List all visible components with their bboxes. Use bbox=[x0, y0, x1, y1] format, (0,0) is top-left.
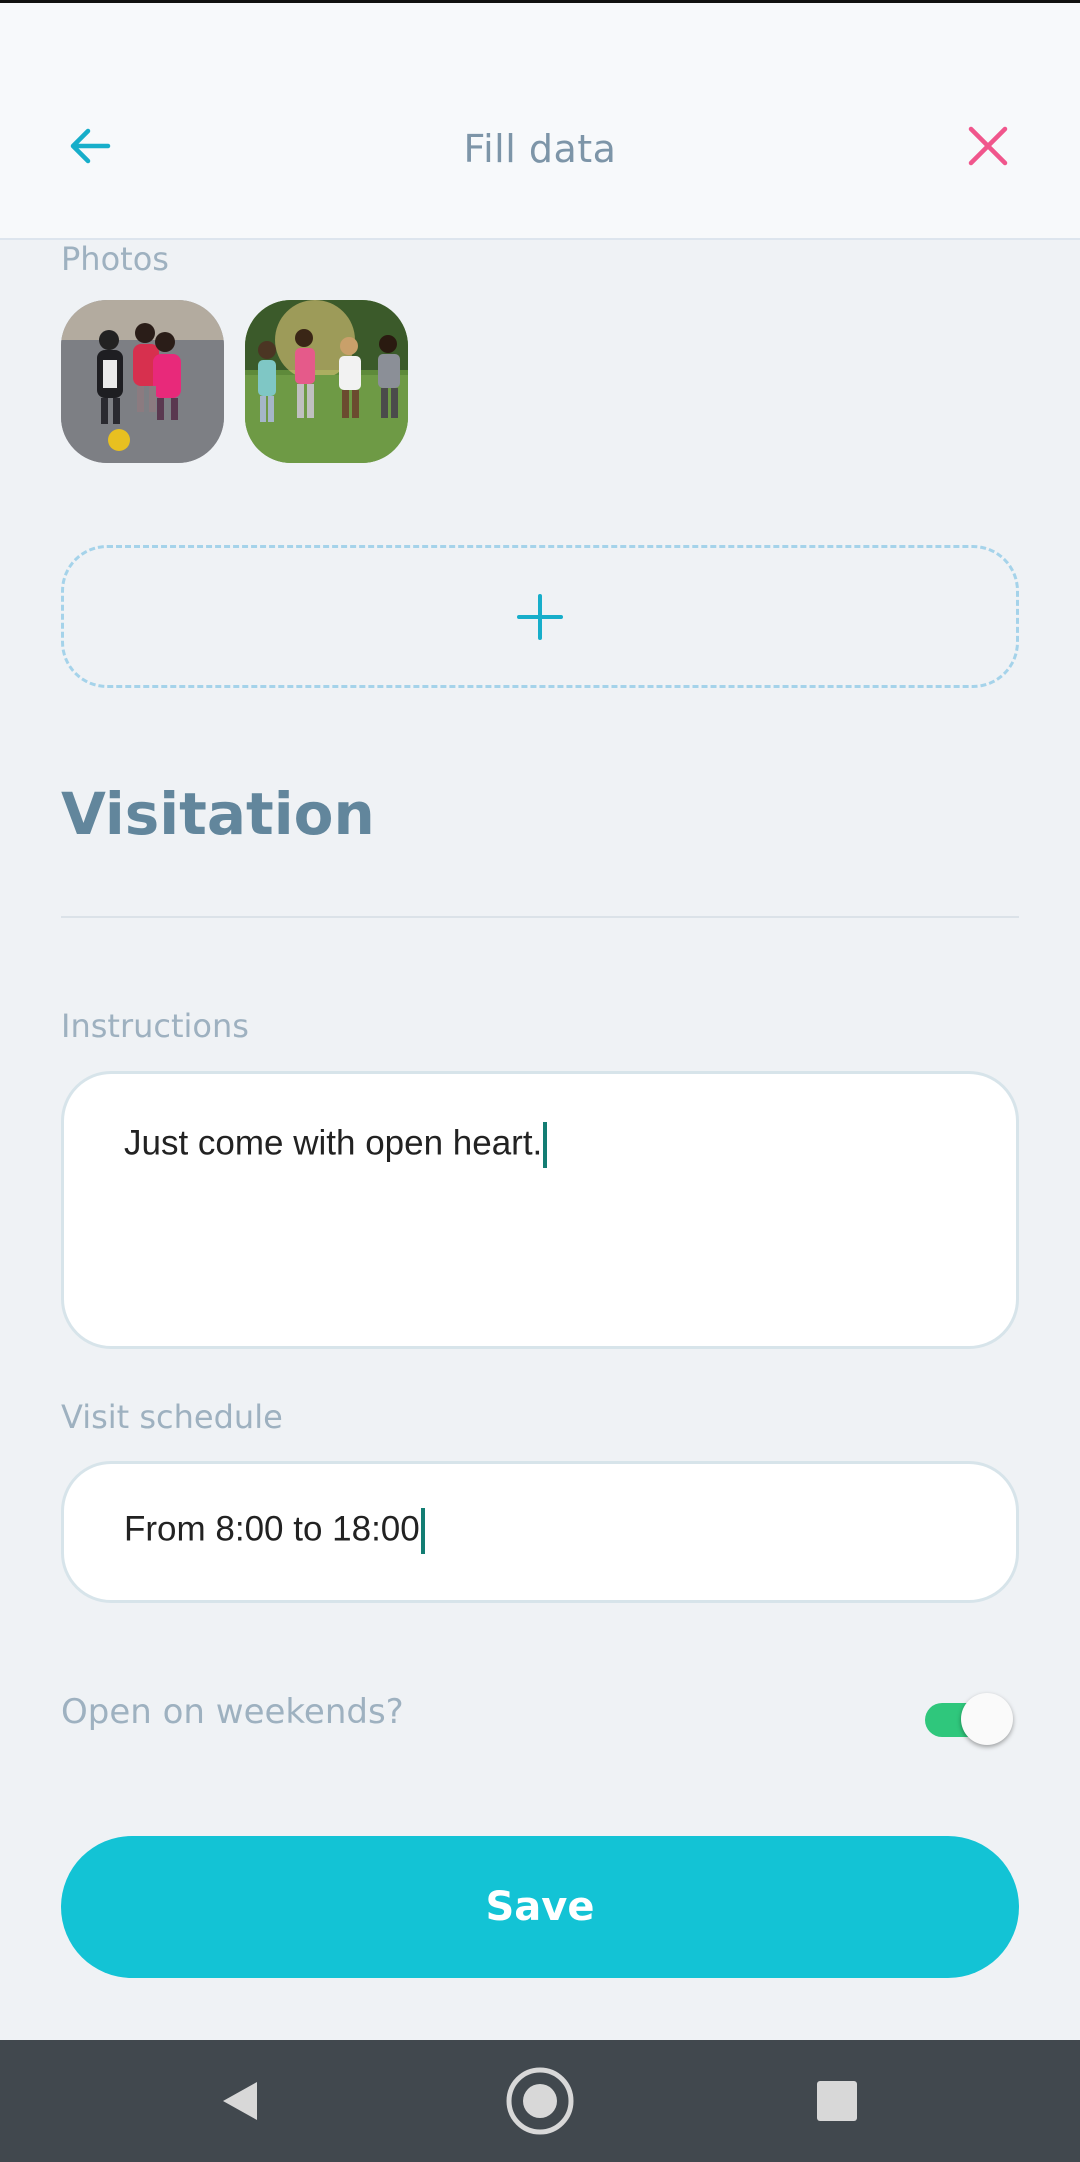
close-icon bbox=[968, 126, 1008, 166]
schedule-text: From 8:00 to 18:00 bbox=[124, 1508, 425, 1554]
back-triangle-icon bbox=[223, 2082, 257, 2120]
page-title: Fill data bbox=[463, 127, 617, 171]
photo-image bbox=[245, 300, 408, 463]
home-circle-icon bbox=[506, 2067, 574, 2135]
text-caret bbox=[543, 1122, 548, 1168]
nav-recents-button[interactable] bbox=[802, 2066, 872, 2136]
photos-label: Photos bbox=[61, 240, 169, 278]
photo-thumbnail[interactable] bbox=[61, 300, 224, 463]
photo-image bbox=[61, 300, 224, 463]
schedule-label: Visit schedule bbox=[61, 1398, 283, 1436]
schedule-value: From 8:00 to 18:00 bbox=[124, 1509, 420, 1549]
text-caret bbox=[420, 1508, 425, 1554]
instructions-label: Instructions bbox=[61, 1007, 249, 1045]
weekends-toggle[interactable] bbox=[925, 1693, 1013, 1745]
plus-icon bbox=[517, 593, 563, 640]
instructions-value: Just come with open heart. bbox=[124, 1123, 543, 1163]
system-nav-bar bbox=[0, 2040, 1080, 2162]
section-title: Visitation bbox=[61, 780, 375, 848]
divider bbox=[61, 916, 1019, 918]
close-button[interactable] bbox=[958, 116, 1018, 176]
instructions-text: Just come with open heart. bbox=[124, 1122, 548, 1168]
app-header: Fill data bbox=[0, 3, 1080, 240]
nav-back-button[interactable] bbox=[206, 2066, 276, 2136]
weekends-label: Open on weekends? bbox=[61, 1692, 404, 1732]
recents-square-icon bbox=[817, 2081, 857, 2121]
nav-home-button[interactable] bbox=[505, 2066, 575, 2136]
toggle-knob bbox=[961, 1693, 1013, 1745]
photo-thumbnail[interactable] bbox=[245, 300, 408, 463]
add-photo-button[interactable] bbox=[61, 545, 1019, 688]
schedule-input[interactable]: From 8:00 to 18:00 bbox=[61, 1461, 1019, 1603]
save-button[interactable]: Save bbox=[61, 1836, 1019, 1978]
instructions-input[interactable]: Just come with open heart. bbox=[61, 1071, 1019, 1349]
